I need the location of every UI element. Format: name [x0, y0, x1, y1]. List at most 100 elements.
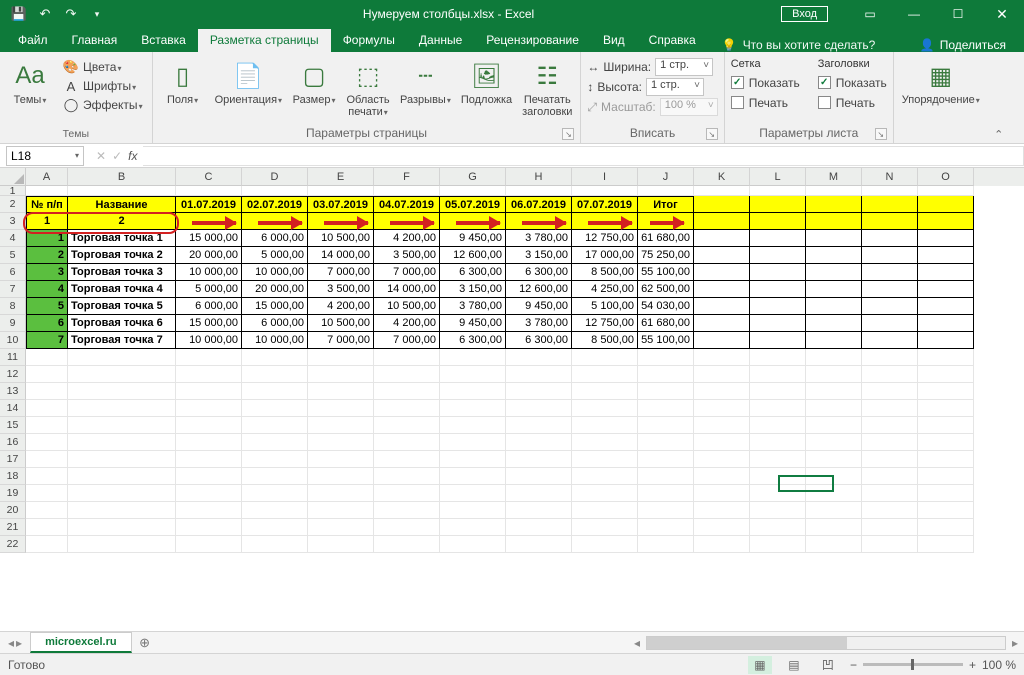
cell[interactable] — [506, 400, 572, 417]
cell[interactable] — [862, 349, 918, 366]
cell[interactable]: 10 500,00 — [308, 315, 374, 332]
cell[interactable] — [374, 400, 440, 417]
cell[interactable] — [694, 536, 750, 553]
cell[interactable] — [806, 298, 862, 315]
cell[interactable]: 7 000,00 — [308, 332, 374, 349]
cell[interactable] — [862, 196, 918, 213]
column-header-D[interactable]: D — [242, 168, 308, 186]
cell[interactable] — [638, 366, 694, 383]
cell[interactable]: 6 300,00 — [440, 332, 506, 349]
cell[interactable]: 12 600,00 — [440, 247, 506, 264]
cell[interactable] — [572, 366, 638, 383]
cell[interactable] — [572, 400, 638, 417]
cell[interactable]: 15 000,00 — [176, 230, 242, 247]
cell[interactable] — [308, 468, 374, 485]
cell[interactable] — [308, 519, 374, 536]
cell[interactable] — [572, 468, 638, 485]
column-header-N[interactable]: N — [862, 168, 918, 186]
cell[interactable] — [68, 536, 176, 553]
cell[interactable] — [440, 451, 506, 468]
cell[interactable]: 7 000,00 — [374, 332, 440, 349]
cell[interactable] — [806, 366, 862, 383]
cell[interactable] — [862, 366, 918, 383]
page-setup-launcher[interactable]: ↘ — [562, 128, 574, 140]
cell[interactable] — [308, 400, 374, 417]
cell[interactable] — [750, 230, 806, 247]
row-header[interactable]: 11 — [0, 349, 26, 366]
cell[interactable] — [806, 400, 862, 417]
cell[interactable] — [918, 451, 974, 468]
cell[interactable] — [68, 366, 176, 383]
cell[interactable] — [68, 451, 176, 468]
cell[interactable] — [26, 502, 68, 519]
cell[interactable] — [750, 366, 806, 383]
cell[interactable] — [374, 213, 440, 230]
cell[interactable] — [242, 186, 308, 196]
cell[interactable] — [68, 502, 176, 519]
cell[interactable] — [918, 536, 974, 553]
cell[interactable]: 9 450,00 — [440, 315, 506, 332]
cell[interactable] — [506, 502, 572, 519]
column-header-G[interactable]: G — [440, 168, 506, 186]
cell[interactable] — [638, 468, 694, 485]
cell[interactable] — [862, 264, 918, 281]
cell[interactable] — [308, 366, 374, 383]
cell[interactable] — [506, 349, 572, 366]
cell[interactable] — [750, 315, 806, 332]
fit-scale-input[interactable]: 100 % — [660, 98, 718, 116]
cell[interactable] — [506, 213, 572, 230]
cell[interactable]: 3 500,00 — [308, 281, 374, 298]
qat-customize-icon[interactable]: ▾ — [86, 3, 108, 25]
cell[interactable] — [26, 349, 68, 366]
collapse-ribbon-button[interactable]: ⌃ — [988, 52, 1010, 143]
cell[interactable] — [176, 349, 242, 366]
tab-data[interactable]: Данные — [407, 29, 474, 52]
cell[interactable]: Торговая точка 3 — [68, 264, 176, 281]
cell[interactable] — [750, 383, 806, 400]
row-header[interactable]: 2 — [0, 196, 26, 213]
gridlines-view-checkbox[interactable] — [731, 76, 744, 89]
column-header-B[interactable]: B — [68, 168, 176, 186]
cell[interactable] — [308, 536, 374, 553]
column-header-E[interactable]: E — [308, 168, 374, 186]
cell[interactable] — [26, 366, 68, 383]
cell[interactable]: 4 200,00 — [374, 230, 440, 247]
cell[interactable] — [806, 332, 862, 349]
headings-print-checkbox[interactable] — [818, 96, 831, 109]
cell[interactable]: Название — [68, 196, 176, 213]
cell[interactable] — [694, 366, 750, 383]
cell[interactable] — [862, 536, 918, 553]
sheet-nav-next-icon[interactable]: ▸ — [16, 636, 22, 650]
cell[interactable] — [506, 468, 572, 485]
cell[interactable] — [26, 383, 68, 400]
cell[interactable]: 10 000,00 — [176, 264, 242, 281]
row-header[interactable]: 12 — [0, 366, 26, 383]
cell[interactable] — [572, 451, 638, 468]
cell[interactable] — [918, 417, 974, 434]
cell[interactable] — [440, 366, 506, 383]
cell[interactable]: 03.07.2019 — [308, 196, 374, 213]
cell[interactable] — [918, 281, 974, 298]
cell[interactable] — [638, 417, 694, 434]
tab-view[interactable]: Вид — [591, 29, 637, 52]
cell[interactable]: 6 000,00 — [242, 230, 308, 247]
cell[interactable]: 15 000,00 — [242, 298, 308, 315]
row-header[interactable]: 17 — [0, 451, 26, 468]
cell[interactable] — [806, 417, 862, 434]
cell[interactable] — [572, 186, 638, 196]
cell[interactable] — [806, 536, 862, 553]
row-header[interactable]: 14 — [0, 400, 26, 417]
row-header[interactable]: 20 — [0, 502, 26, 519]
cell[interactable]: 12 750,00 — [572, 230, 638, 247]
cell[interactable] — [862, 281, 918, 298]
cell[interactable] — [308, 502, 374, 519]
cell[interactable] — [68, 349, 176, 366]
cell[interactable]: 7 000,00 — [374, 264, 440, 281]
cell[interactable] — [918, 213, 974, 230]
cell[interactable] — [918, 434, 974, 451]
cell[interactable] — [176, 417, 242, 434]
cell[interactable]: 8 500,00 — [572, 264, 638, 281]
cell[interactable] — [68, 383, 176, 400]
column-header-I[interactable]: I — [572, 168, 638, 186]
cell[interactable] — [638, 502, 694, 519]
